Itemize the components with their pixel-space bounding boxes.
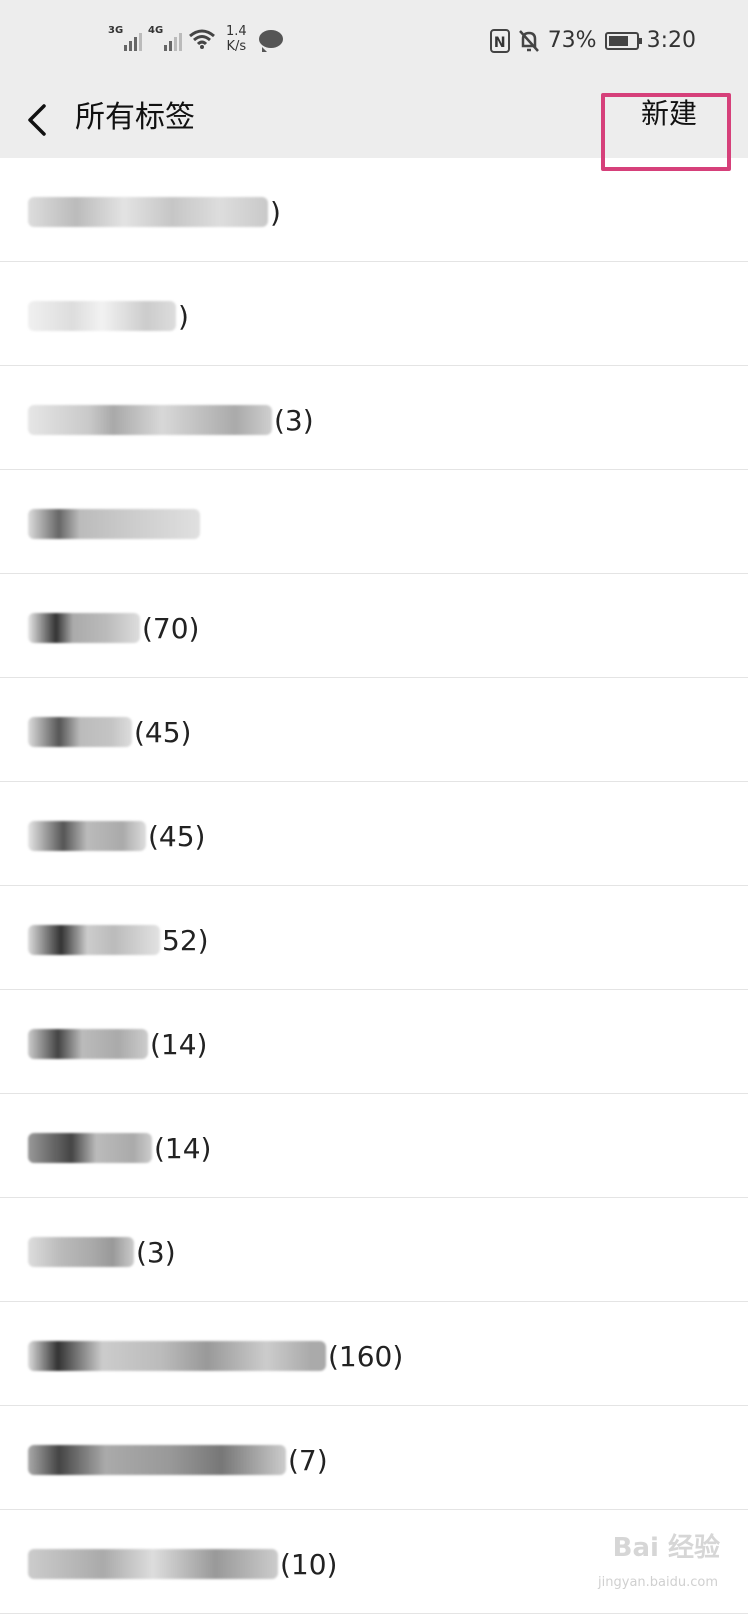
list-item[interactable]: (45) [0,782,748,886]
network-speed: 1.4 K/s [226,24,247,54]
list-item[interactable]: (70) [0,574,748,678]
list-item[interactable]: (14) [0,1094,748,1198]
tag-count: (3) [136,1235,176,1269]
tag-count: 52) [162,923,209,957]
list-item[interactable]: (160) [0,1302,748,1406]
tag-count: (10) [280,1547,338,1581]
list-item[interactable]: ) [0,158,748,262]
tag-count: (45) [134,715,192,749]
tag-count: ) [178,299,189,333]
watermark-logo: Bai 经验 [612,1533,720,1563]
message-icon [258,30,283,52]
list-item[interactable]: 52) [0,886,748,990]
signal-3g-icon: 3G [108,25,142,51]
tag-count: ) [270,195,281,229]
clock: 3:20 [646,28,696,53]
tag-count: (14) [150,1027,208,1061]
tag-count: (45) [148,819,206,853]
nfc-icon: N [489,28,510,53]
tag-count: (14) [154,1131,212,1165]
bell-muted-icon [518,29,539,52]
list-item[interactable]: (3) [0,366,748,470]
list-item[interactable]: ) [0,262,748,366]
wifi-icon [189,29,215,49]
list-item[interactable] [0,470,748,574]
tag-count: (3) [274,403,314,437]
tag-count: (7) [288,1443,328,1477]
tag-count: (160) [328,1339,404,1373]
tag-list: ) ) (3) (70) (45) (45) 52) (14) (14) (3)… [0,158,748,1614]
list-item[interactable]: (45) [0,678,748,782]
battery-percent: 73% [547,28,597,53]
list-item[interactable]: (3) [0,1198,748,1302]
battery-icon [604,31,642,50]
back-arrow-icon[interactable] [22,98,62,142]
tag-count: (70) [142,611,200,645]
list-item[interactable]: (14) [0,990,748,1094]
page-title: 所有标签 [75,100,195,135]
list-item[interactable]: (7) [0,1406,748,1510]
status-bar: 3G 4G 1.4 K/s N 73% 3:20 [0,0,748,86]
watermark-url: jingyan.baidu.com [598,1575,718,1590]
signal-4g-icon: 4G [148,25,182,51]
